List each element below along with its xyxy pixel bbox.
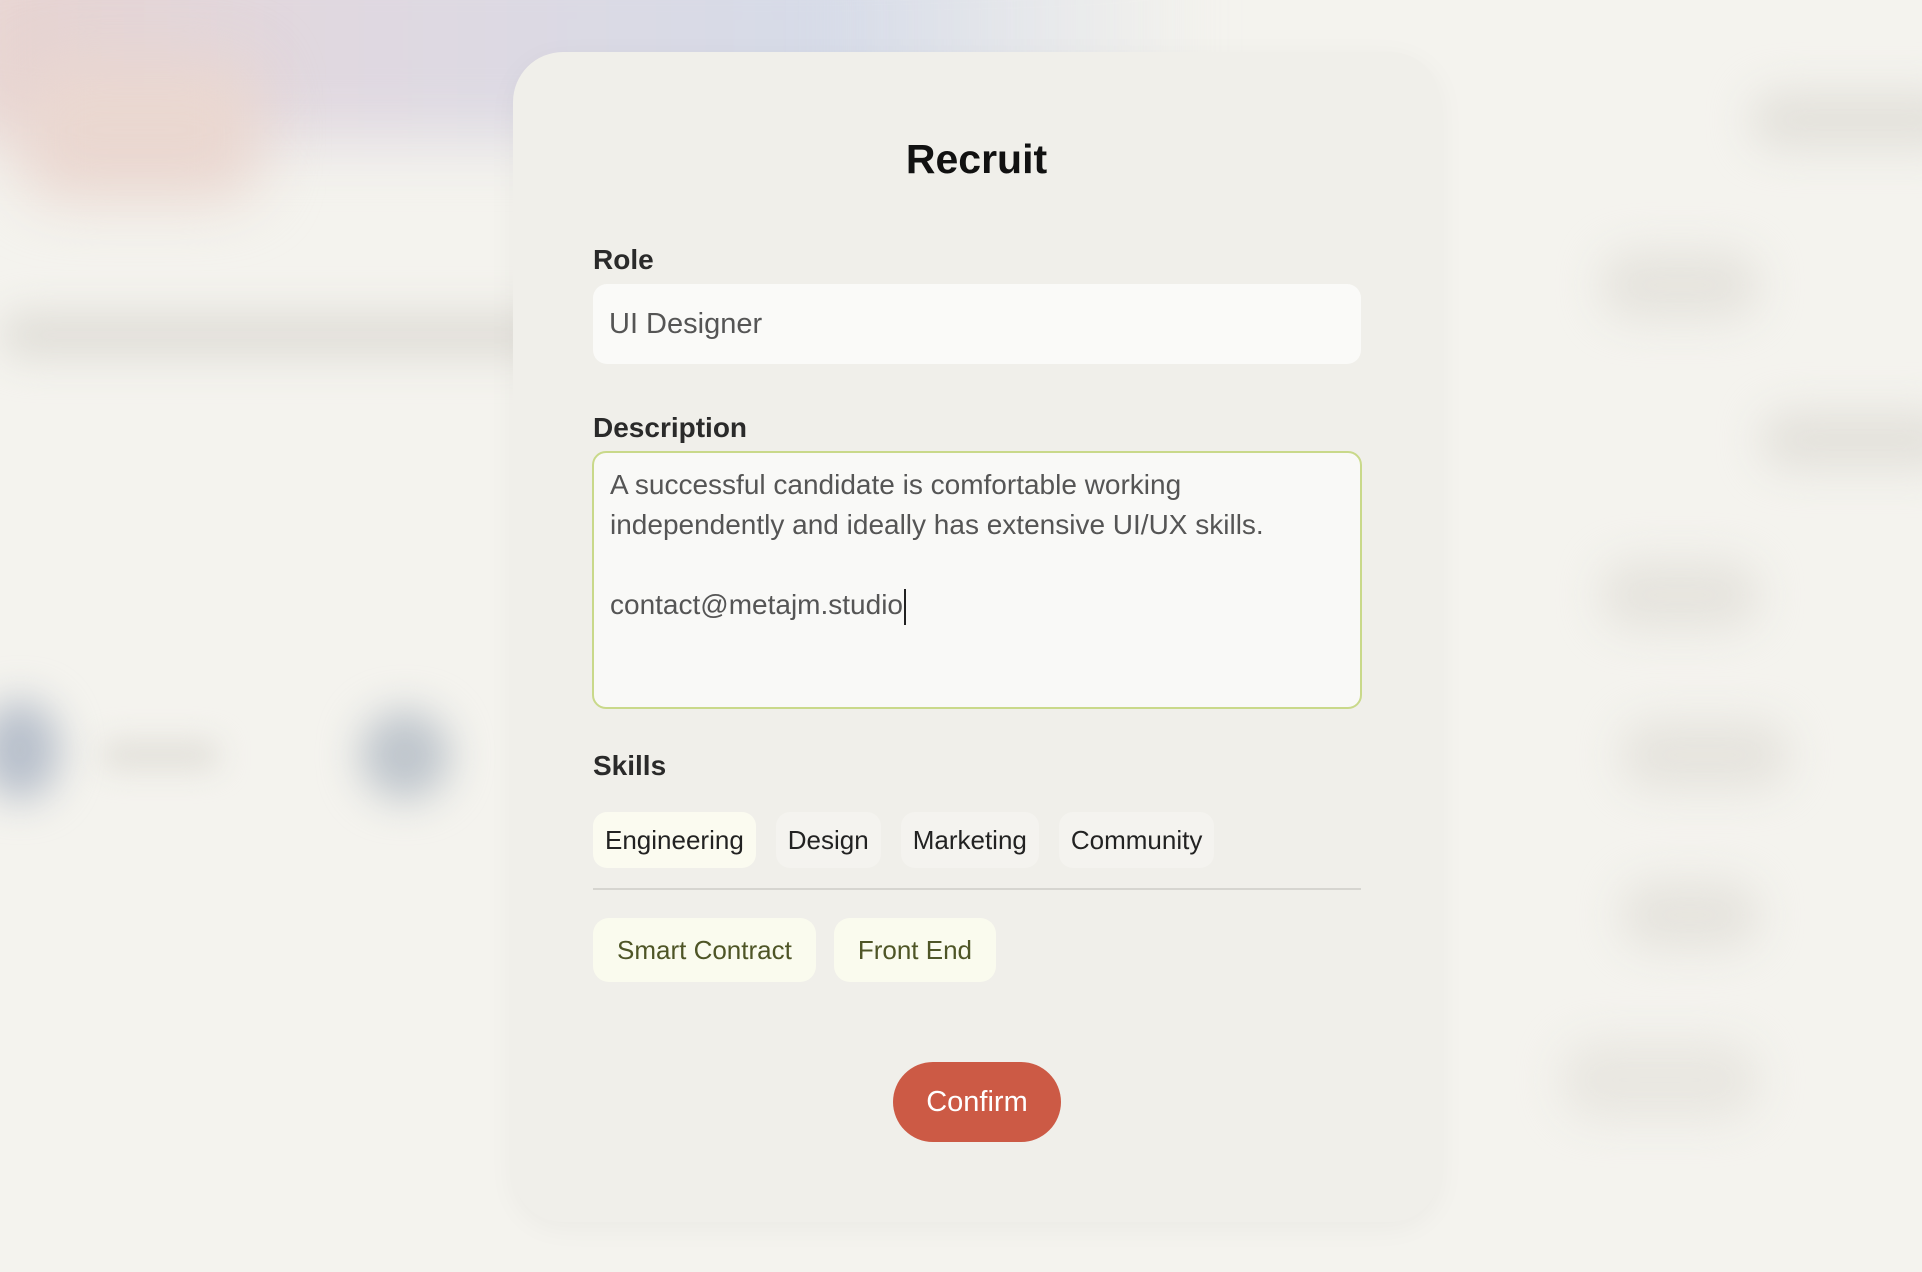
description-line: A successful candidate is comfortable wo… <box>610 469 1182 500</box>
confirm-button[interactable]: Confirm <box>893 1062 1061 1142</box>
skill-tag-smart-contract[interactable]: Smart Contract <box>593 918 816 982</box>
description-line: contact@metajm.studio <box>610 589 903 620</box>
description-textarea[interactable]: A successful candidate is comfortable wo… <box>592 451 1362 709</box>
skill-category-tabs: Engineering Design Marketing Community <box>593 812 1215 868</box>
dialog-title: Recruit <box>905 136 1048 182</box>
skills-label: Skills <box>593 750 667 781</box>
skills-divider <box>593 888 1361 890</box>
role-label: Role <box>593 244 654 275</box>
description-label: Description <box>593 412 748 443</box>
skill-category-engineering[interactable]: Engineering <box>593 812 756 868</box>
selected-skill-tags: Smart Contract Front End <box>593 918 996 982</box>
skill-category-design[interactable]: Design <box>775 812 881 868</box>
role-input[interactable] <box>593 284 1361 364</box>
skill-tag-front-end[interactable]: Front End <box>833 918 996 982</box>
skill-category-community[interactable]: Community <box>1058 812 1215 868</box>
description-line: independently and ideally has extensive … <box>610 509 1264 540</box>
text-caret <box>904 588 906 625</box>
recruit-dialog: Recruit Role Description A successful ca… <box>513 52 1440 1222</box>
skill-category-marketing[interactable]: Marketing <box>900 812 1039 868</box>
